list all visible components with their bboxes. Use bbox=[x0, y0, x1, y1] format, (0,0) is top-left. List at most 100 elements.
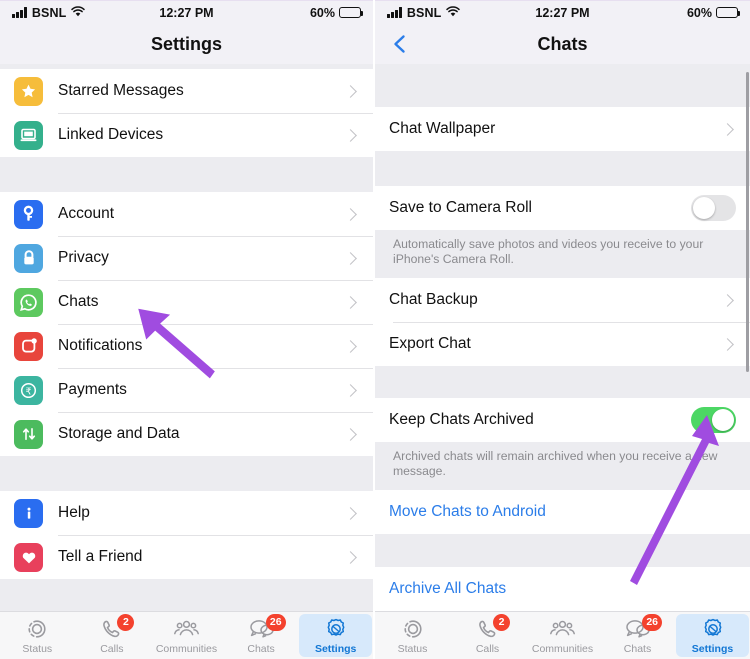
settings-group-2: Account Privacy Chats Notifications ₹ Pa… bbox=[0, 192, 373, 456]
row-label: Save to Camera Roll bbox=[389, 199, 533, 216]
row-label: Archive All Chats bbox=[389, 580, 507, 597]
row-payments[interactable]: ₹ Payments bbox=[0, 368, 373, 412]
row-save-to-camera-roll[interactable]: Save to Camera Roll bbox=[375, 186, 750, 230]
chat-wallpaper-group: Chat Wallpaper bbox=[375, 107, 750, 151]
gear-icon bbox=[324, 617, 348, 642]
dual-phone-screenshot: BSNL 12:27 PM 60% Settings Starred Messa… bbox=[0, 0, 750, 659]
chevron-left-icon bbox=[394, 35, 405, 53]
tab-status[interactable]: Status bbox=[376, 614, 449, 657]
chat-bubbles-icon: 26 bbox=[248, 613, 286, 642]
row-chats[interactable]: Chats bbox=[0, 280, 373, 324]
vertical-scrollbar[interactable] bbox=[745, 72, 749, 372]
tab-chats[interactable]: 26 Chats bbox=[601, 613, 674, 657]
row-chat-backup[interactable]: Chat Backup bbox=[375, 278, 750, 322]
row-label: Keep Chats Archived bbox=[389, 411, 534, 428]
chevron-right-icon bbox=[344, 550, 357, 564]
archive-all-group: Archive All Chats bbox=[375, 567, 750, 611]
row-notifications[interactable]: Notifications bbox=[0, 324, 373, 368]
communities-icon bbox=[173, 617, 200, 642]
notification-icon bbox=[14, 331, 43, 361]
phone-icon: 2 bbox=[100, 613, 135, 642]
row-move-chats-to-android[interactable]: Move Chats to Android bbox=[375, 490, 750, 534]
right-phone-chats-screen: BSNL 12:27 PM 60% Chats Chat Wallpaper S… bbox=[375, 0, 750, 659]
save-to-camera-roll-toggle[interactable] bbox=[691, 195, 736, 221]
chevron-right-icon bbox=[721, 337, 734, 351]
row-export-chat[interactable]: Export Chat bbox=[375, 322, 750, 366]
page-title: Chats bbox=[537, 33, 588, 54]
row-help[interactable]: Help bbox=[0, 491, 373, 535]
status-bar-right-group: 60% bbox=[686, 5, 741, 20]
chevron-right-icon bbox=[344, 427, 357, 441]
tab-label: Communities bbox=[531, 642, 594, 655]
battery-percent-label: 60% bbox=[309, 5, 335, 20]
chevron-right-icon bbox=[344, 383, 357, 397]
move-chats-group: Move Chats to Android bbox=[375, 490, 750, 534]
status-bar-left: BSNL 12:27 PM 60% bbox=[0, 0, 373, 24]
row-label: Chat Backup bbox=[389, 291, 478, 308]
tab-status[interactable]: Status bbox=[1, 614, 74, 657]
battery-icon bbox=[716, 7, 741, 18]
camera-roll-footnote: Automatically save photos and videos you… bbox=[375, 230, 750, 278]
tab-communities[interactable]: Communities bbox=[150, 614, 223, 657]
row-label: Export Chat bbox=[389, 335, 471, 352]
chevron-right-icon bbox=[344, 295, 357, 309]
row-storage-and-data[interactable]: Storage and Data bbox=[0, 412, 373, 456]
row-keep-chats-archived[interactable]: Keep Chats Archived bbox=[375, 398, 750, 442]
row-chat-wallpaper[interactable]: Chat Wallpaper bbox=[375, 107, 750, 151]
battery-percent-label: 60% bbox=[686, 5, 712, 20]
row-label: Account bbox=[58, 205, 115, 222]
list-gap bbox=[375, 366, 750, 398]
chevron-right-icon bbox=[344, 128, 357, 142]
tab-communities[interactable]: Communities bbox=[526, 614, 599, 657]
row-starred-messages[interactable]: Starred Messages bbox=[0, 69, 373, 113]
battery-icon bbox=[339, 7, 364, 18]
info-icon bbox=[14, 498, 43, 528]
list-gap bbox=[0, 157, 373, 192]
communities-icon bbox=[549, 617, 576, 642]
arrows-updown-icon bbox=[14, 419, 43, 449]
calls-badge: 2 bbox=[117, 613, 135, 631]
calls-badge: 2 bbox=[493, 613, 510, 631]
tab-settings[interactable]: Settings bbox=[676, 614, 749, 657]
left-phone-settings-screen: BSNL 12:27 PM 60% Settings Starred Messa… bbox=[0, 0, 375, 659]
tab-label: Settings bbox=[314, 642, 357, 655]
tab-calls[interactable]: 2 Calls bbox=[451, 613, 524, 657]
tab-label: Settings bbox=[691, 642, 734, 655]
row-archive-all-chats[interactable]: Archive All Chats bbox=[375, 567, 750, 611]
tab-bar-right[interactable]: Status 2 Calls Communities 26 Chats Sett… bbox=[375, 611, 750, 659]
tab-bar-left[interactable]: Status 2 Calls Communities 26 Chats Sett… bbox=[0, 611, 373, 659]
row-label: Chat Wallpaper bbox=[389, 120, 496, 137]
nav-bar-right: Chats bbox=[375, 24, 750, 64]
chevron-right-icon bbox=[344, 207, 357, 221]
tab-label: Chats bbox=[247, 642, 275, 655]
nav-bar-left: Settings bbox=[0, 24, 373, 64]
back-button[interactable] bbox=[389, 33, 411, 55]
row-account[interactable]: Account bbox=[0, 192, 373, 236]
row-privacy[interactable]: Privacy bbox=[0, 236, 373, 280]
chevron-right-icon bbox=[721, 122, 734, 136]
tab-settings[interactable]: Settings bbox=[299, 614, 372, 657]
row-label: Privacy bbox=[58, 249, 109, 266]
row-label: Chats bbox=[58, 293, 99, 310]
tab-label: Calls bbox=[475, 642, 500, 655]
whatsapp-bubble-icon bbox=[14, 287, 43, 317]
settings-list[interactable]: Starred Messages Linked Devices Account … bbox=[0, 64, 373, 635]
list-gap bbox=[375, 151, 750, 186]
chats-settings-list[interactable]: Chat Wallpaper Save to Camera Roll Autom… bbox=[375, 64, 750, 635]
status-bar-right-group: 60% bbox=[309, 5, 364, 20]
row-label: Starred Messages bbox=[58, 82, 184, 99]
tab-chats[interactable]: 26 Chats bbox=[225, 613, 298, 657]
rupee-circle-icon: ₹ bbox=[14, 375, 43, 405]
chats-badge: 26 bbox=[642, 613, 662, 631]
keep-archived-group: Keep Chats Archived bbox=[375, 398, 750, 442]
row-label: Move Chats to Android bbox=[389, 503, 546, 520]
settings-group-1: Starred Messages Linked Devices bbox=[0, 69, 373, 157]
row-linked-devices[interactable]: Linked Devices bbox=[0, 113, 373, 157]
row-label: Notifications bbox=[58, 337, 143, 354]
tab-calls[interactable]: 2 Calls bbox=[76, 613, 149, 657]
page-title: Settings bbox=[150, 33, 222, 54]
list-gap bbox=[375, 534, 750, 567]
row-tell-a-friend[interactable]: Tell a Friend bbox=[0, 535, 373, 579]
keep-chats-archived-toggle[interactable] bbox=[691, 407, 736, 433]
row-label: Tell a Friend bbox=[58, 548, 143, 565]
